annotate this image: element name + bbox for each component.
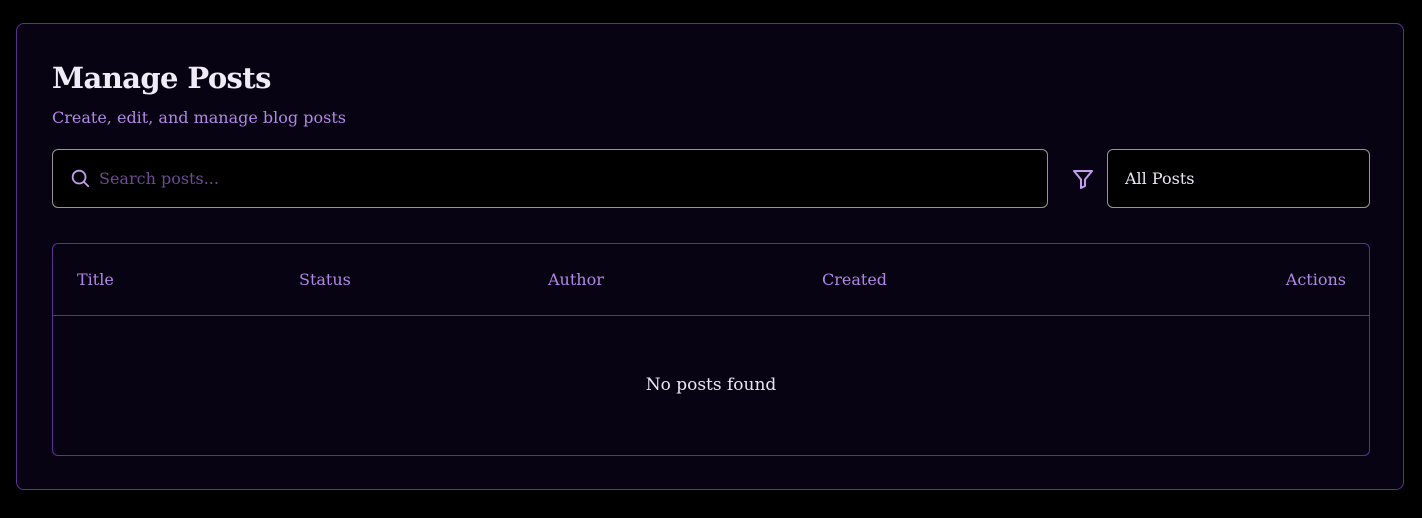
column-header-title[interactable]: Title bbox=[77, 244, 114, 315]
status-filter-value: All Posts bbox=[1125, 169, 1195, 188]
posts-table: Title Status Author Created Actions No p… bbox=[52, 243, 1370, 456]
empty-state-row: No posts found bbox=[53, 316, 1369, 455]
column-header-created[interactable]: Created bbox=[822, 244, 887, 315]
manage-posts-card: Manage Posts Create, edit, and manage bl… bbox=[16, 23, 1404, 490]
empty-state-message: No posts found bbox=[645, 375, 777, 395]
column-header-actions: Actions bbox=[1285, 270, 1346, 289]
status-filter-select[interactable]: All Posts bbox=[1107, 149, 1370, 208]
filter-icon[interactable] bbox=[1071, 167, 1095, 191]
table-header-row: Title Status Author Created Actions bbox=[53, 244, 1369, 316]
search-box[interactable] bbox=[52, 149, 1048, 208]
column-header-author[interactable]: Author bbox=[548, 244, 604, 315]
search-input[interactable] bbox=[99, 150, 1029, 207]
page-subtitle: Create, edit, and manage blog posts bbox=[52, 108, 346, 127]
column-header-status[interactable]: Status bbox=[299, 244, 351, 315]
page-title: Manage Posts bbox=[52, 61, 271, 95]
search-icon bbox=[71, 169, 90, 188]
